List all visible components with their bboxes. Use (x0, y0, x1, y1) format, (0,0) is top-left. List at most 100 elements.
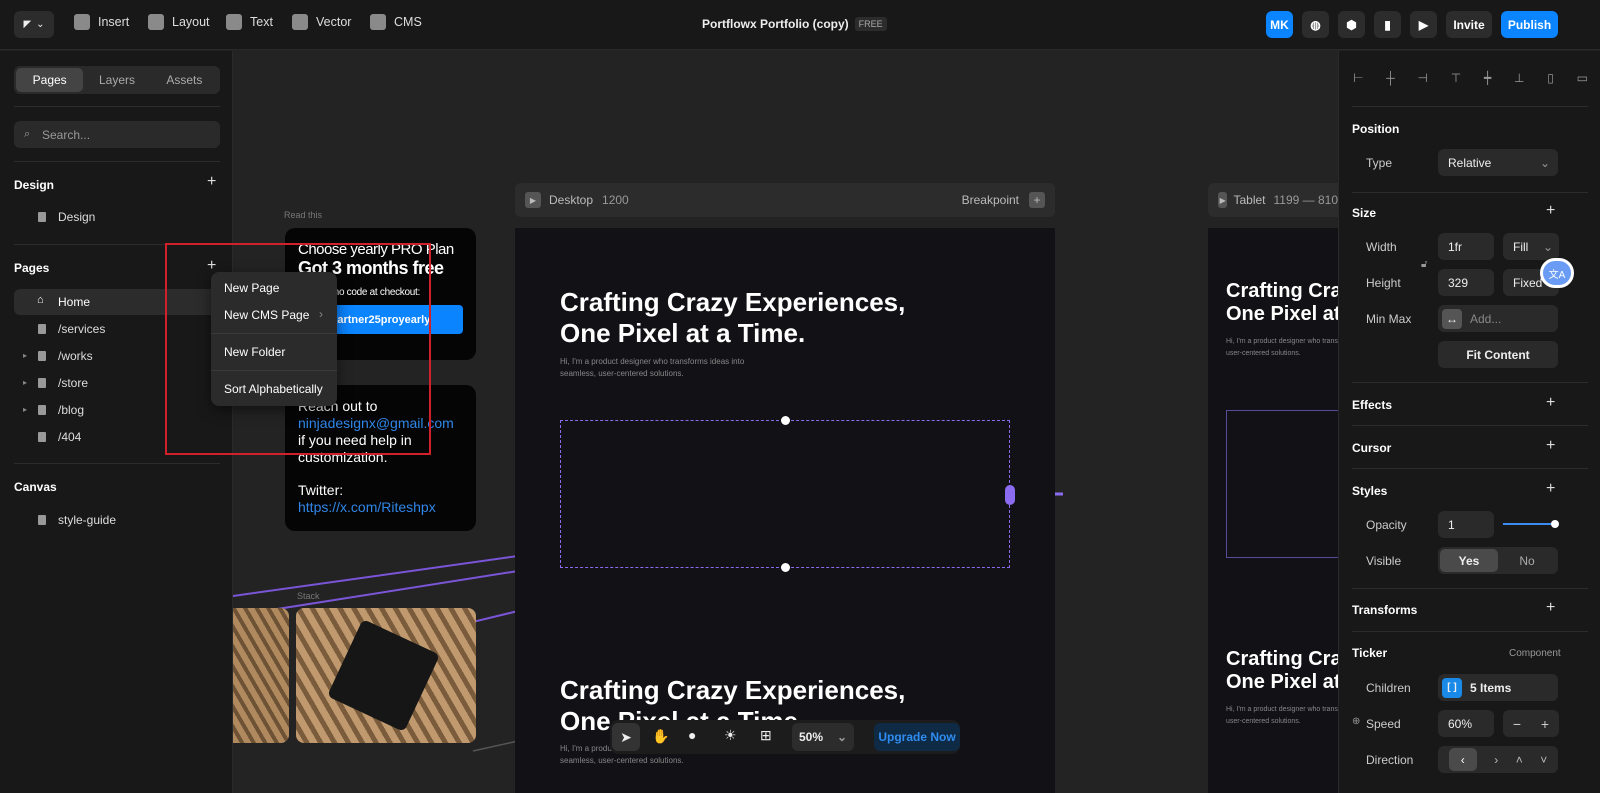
play-icon[interactable]: ▶ (1410, 11, 1437, 38)
framer-logo-icon: ◤ (23, 19, 32, 30)
add-size-icon[interactable]: + (1546, 202, 1555, 220)
visible-yes[interactable]: Yes (1440, 549, 1498, 572)
menu-item-new-page[interactable]: New Page (224, 281, 279, 295)
tablet-label: Tablet (1233, 193, 1266, 207)
play-preview-icon[interactable]: ▶ (1218, 192, 1228, 208)
width-input[interactable]: 1fr (1438, 233, 1494, 260)
align-right-icon[interactable]: ⊣ (1418, 71, 1428, 85)
select-tool-icon[interactable]: ➤ (612, 723, 640, 751)
align-bottom-icon[interactable]: ⊥ (1514, 71, 1524, 85)
project-title[interactable]: Portflowx Portfolio (copy) FREE (702, 17, 887, 31)
chevron-down-icon: ⌄ (836, 730, 847, 744)
resize-handle-right[interactable] (1005, 485, 1015, 505)
framer-menu-button[interactable]: ◤ ⌄ (14, 11, 54, 38)
ticker-heading: Ticker (1352, 646, 1388, 660)
distribute-v-icon[interactable]: ▭ (1577, 71, 1588, 85)
direction-left-icon[interactable]: ‹ (1448, 748, 1477, 771)
vector-label: Vector (316, 15, 352, 29)
menu-item-new-folder[interactable]: New Folder (224, 345, 285, 359)
insert-button[interactable]: Insert (74, 14, 129, 30)
speed-label: Speed (1366, 717, 1401, 731)
layout-button[interactable]: Layout (148, 14, 210, 30)
caret-right-icon[interactable]: ▸ (23, 351, 27, 360)
direction-down-icon[interactable]: ˅ (1540, 753, 1547, 767)
add-transform-icon[interactable]: + (1546, 599, 1555, 617)
minmax-input[interactable]: ↔ Add... (1438, 305, 1558, 332)
play-preview-icon[interactable]: ▶ (525, 192, 541, 208)
opacity-slider[interactable] (1503, 520, 1559, 528)
cms-button[interactable]: CMS (370, 14, 422, 30)
decrement-icon[interactable]: − (1513, 716, 1521, 732)
add-effect-icon[interactable]: + (1546, 394, 1555, 412)
layout-label: Layout (172, 15, 210, 29)
opacity-slider-thumb[interactable] (1551, 520, 1559, 528)
stack-label: Stack (297, 591, 320, 601)
tab-layers[interactable]: Layers (83, 68, 150, 92)
align-left-icon[interactable]: ⊢ (1353, 71, 1363, 85)
design-item[interactable]: Design (14, 204, 220, 230)
canvas-item-style-guide[interactable]: style-guide (14, 507, 220, 533)
cms-label: CMS (394, 15, 422, 29)
desktop-frame[interactable]: Crafting Crazy Experiences, One Pixel at… (515, 228, 1055, 793)
upgrade-button[interactable]: Upgrade Now (874, 723, 960, 751)
tab-assets[interactable]: Assets (151, 68, 218, 92)
resize-handle-bottom[interactable] (781, 563, 790, 572)
folder-icon (38, 351, 46, 361)
height-label: Height (1366, 276, 1401, 290)
text-button[interactable]: Text (226, 14, 273, 30)
distribute-h-icon[interactable]: ▯ (1547, 71, 1554, 85)
direction-right-icon[interactable]: › (1494, 753, 1498, 767)
comment-tool-icon[interactable]: ● (688, 727, 696, 743)
children-field[interactable]: [ ] 5 Items (1438, 674, 1558, 701)
caret-right-icon[interactable]: ▸ (23, 378, 27, 387)
vector-button[interactable]: Vector (292, 14, 351, 30)
tab-pages[interactable]: Pages (16, 68, 84, 92)
speed-input[interactable]: 60% (1438, 710, 1494, 737)
add-variable-icon[interactable]: ⊕ (1352, 716, 1360, 727)
twitter-link[interactable]: https://x.com/Riteshpx (298, 499, 463, 516)
selected-ticker-frame[interactable] (560, 416, 1015, 572)
avatar[interactable]: MK (1266, 11, 1293, 38)
globe-icon[interactable]: ◍ (1302, 11, 1329, 38)
analytics-icon[interactable]: ▮ (1374, 11, 1401, 38)
hand-tool-icon[interactable]: ✋ (652, 728, 669, 745)
increment-icon[interactable]: + (1541, 716, 1549, 732)
search-input[interactable]: ⌕ Search... (14, 121, 220, 148)
size-heading: Size (1352, 206, 1377, 220)
align-top-icon[interactable]: ⊤ (1451, 71, 1461, 85)
menu-item-new-cms-page[interactable]: New CMS Page (224, 308, 309, 322)
add-design-icon[interactable]: + (207, 173, 216, 191)
page-icon (38, 324, 46, 334)
height-input[interactable]: 329 (1438, 269, 1494, 296)
position-type-select[interactable]: Relative ⌄ (1438, 149, 1558, 176)
settings-icon[interactable]: ⬢ (1338, 11, 1365, 38)
add-breakpoint-icon[interactable]: + (1029, 192, 1045, 208)
tablet-frame[interactable]: Crafting Crazy Experiences, One Pixel at… (1208, 228, 1338, 793)
opacity-input[interactable]: 1 (1438, 511, 1494, 538)
lock-aspect-icon[interactable]: 🔓︎ (1421, 259, 1427, 270)
children-label: Children (1366, 681, 1411, 695)
fit-content-button[interactable]: Fit Content (1438, 341, 1558, 368)
menu-item-sort-alphabetically[interactable]: Sort Alphabetically (224, 382, 323, 396)
desktop-frame-header[interactable]: ▶ Desktop 1200 Breakpoint + (515, 183, 1055, 217)
visible-no[interactable]: No (1498, 554, 1556, 568)
transforms-heading: Transforms (1352, 603, 1418, 617)
width-mode-select[interactable]: Fill ⌄ (1503, 233, 1559, 260)
opacity-label: Opacity (1366, 518, 1407, 532)
invite-button[interactable]: Invite (1446, 11, 1492, 38)
publish-button[interactable]: Publish (1501, 11, 1558, 38)
grid-icon[interactable]: ⊞ (760, 727, 772, 744)
resize-handle-top[interactable] (781, 416, 790, 425)
tablet-frame-header[interactable]: ▶ Tablet 1199 — 810 (1208, 183, 1338, 217)
direction-up-icon[interactable]: ˄ (1516, 753, 1523, 767)
chevron-down-icon: ⌄ (36, 19, 45, 30)
zoom-select[interactable]: 50% ⌄ (792, 723, 854, 751)
translate-icon[interactable]: 文A (1540, 258, 1574, 288)
add-cursor-icon[interactable]: + (1546, 437, 1555, 455)
align-center-h-icon[interactable]: ┼ (1386, 71, 1395, 85)
align-middle-v-icon[interactable]: ┿ (1484, 71, 1491, 85)
add-style-icon[interactable]: + (1546, 480, 1555, 498)
theme-toggle-icon[interactable]: ☀ (724, 727, 737, 744)
breakpoint-button[interactable]: Breakpoint (962, 193, 1019, 207)
caret-right-icon[interactable]: ▸ (23, 405, 27, 414)
